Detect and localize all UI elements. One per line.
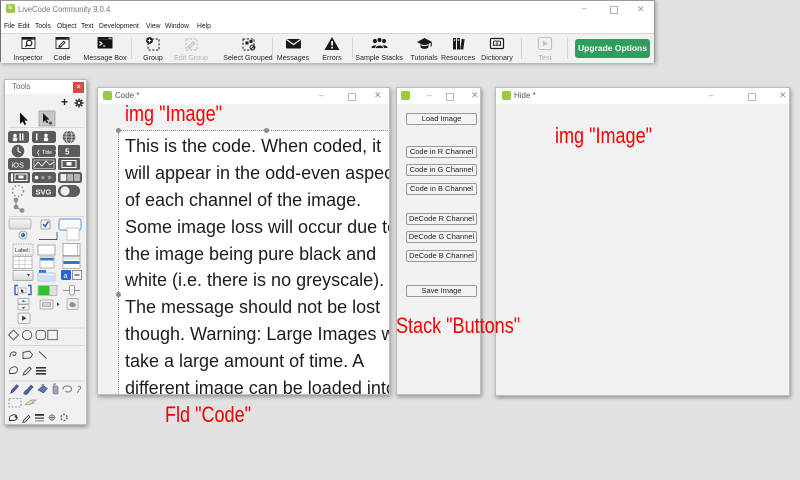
svg-text:iOS: iOS [12, 161, 25, 170]
svg-text:Label:: Label: [15, 248, 30, 254]
svg-text:❬ Title ❭: ❬ Title ❭ [36, 149, 58, 156]
svg-text:5: 5 [65, 148, 70, 157]
svg-text:SVG: SVG [36, 188, 52, 197]
svg-text:a: a [64, 273, 68, 280]
